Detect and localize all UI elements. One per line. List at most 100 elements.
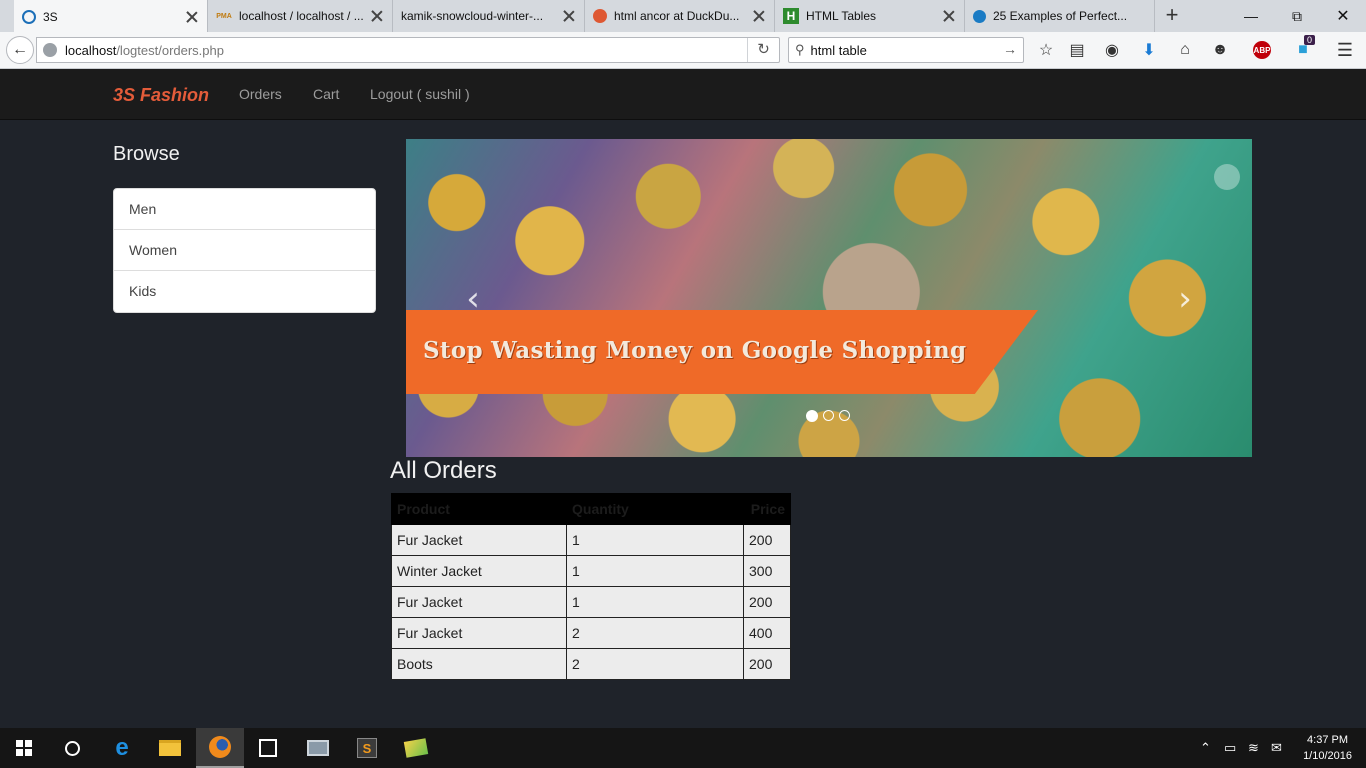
brand-logo[interactable]: 3S Fashion [113, 85, 209, 106]
browse-list: Men Women Kids [113, 188, 376, 313]
table-row: Fur Jacket 1 200 [391, 586, 791, 618]
cell-quantity: 2 [566, 617, 744, 649]
carousel-prev-icon[interactable]: ‹ [458, 279, 488, 319]
cell-product: Boots [391, 648, 567, 680]
search-input[interactable]: ⚲ html table → [788, 37, 1024, 63]
windows-taskbar: e S ⌃ ▭ ≋ ✉ 4:37 PM 1/10/2016 [0, 728, 1366, 768]
minimize-button[interactable]: — [1228, 0, 1274, 32]
store-bag-icon [259, 739, 277, 757]
tab-phpmyadmin[interactable]: PMA localhost / localhost / ... [208, 0, 393, 32]
clock-date: 1/10/2016 [1303, 750, 1352, 762]
close-icon[interactable] [942, 9, 956, 23]
carousel-pause-icon[interactable] [1214, 164, 1240, 190]
taskbar-file-explorer[interactable] [146, 728, 194, 768]
pma-icon: PMA [216, 12, 232, 20]
cell-quantity: 1 [566, 555, 744, 587]
firefox-icon [209, 736, 231, 758]
wifi-icon[interactable]: ≋ [1248, 740, 1259, 756]
browse-item-men[interactable]: Men [114, 189, 375, 230]
new-tab-button[interactable]: + [1160, 4, 1184, 28]
carousel-indicator[interactable] [839, 410, 850, 421]
action-center-icon[interactable]: ✉ [1271, 740, 1282, 756]
table-row: Boots 2 200 [391, 648, 791, 680]
table-header-row: Product Quantity Price [391, 493, 791, 525]
abp-label: ABP [1253, 41, 1271, 59]
tab-title: HTML Tables [806, 9, 877, 23]
home-icon[interactable]: ⌂ [1174, 39, 1196, 61]
cortana-button[interactable] [48, 728, 96, 768]
taskbar-photos[interactable] [392, 728, 440, 768]
bookmarks-menu-icon[interactable]: ▤ [1066, 39, 1088, 61]
tab-title: localhost / localhost / ... [239, 9, 364, 23]
carousel-indicators [806, 410, 850, 422]
adblock-plus-icon[interactable]: ABP [1246, 39, 1278, 61]
window-close-button[interactable]: ✕ [1320, 0, 1366, 32]
search-value: html table [810, 42, 867, 58]
taskbar-store[interactable] [244, 728, 292, 768]
site-navbar: 3S Fashion Orders Cart Logout ( sushil ) [0, 69, 1366, 120]
cell-price: 300 [743, 555, 791, 587]
tab-html-tables[interactable]: H HTML Tables [775, 0, 965, 32]
taskbar-edge[interactable]: e [98, 728, 146, 768]
photos-icon [403, 738, 429, 758]
cell-quantity: 1 [566, 586, 744, 618]
close-icon[interactable] [752, 9, 766, 23]
carousel-indicator[interactable] [806, 410, 818, 422]
cell-product: Fur Jacket [391, 524, 567, 556]
column-header-product: Product [391, 493, 567, 525]
downloads-icon[interactable]: ⬇ [1138, 39, 1160, 61]
banner-ribbon: Stop Wasting Money on Google Shopping [406, 310, 1038, 394]
cell-quantity: 1 [566, 524, 744, 556]
table-row: Fur Jacket 2 400 [391, 617, 791, 649]
edge-icon: e [115, 734, 129, 761]
globe-icon [43, 43, 57, 57]
banner-carousel: Stop Wasting Money on Google Shopping ‹ … [406, 139, 1252, 457]
taskbar-sublime[interactable]: S [343, 728, 391, 768]
close-icon[interactable] [185, 10, 199, 24]
back-button[interactable]: ← [6, 36, 34, 64]
pocket-icon[interactable]: ◉ [1101, 39, 1123, 61]
battery-icon[interactable]: ▭ [1224, 740, 1236, 756]
url-bar[interactable]: localhost/logtest/orders.php ↻ [36, 37, 780, 63]
start-button[interactable] [0, 728, 48, 768]
tab-title: html ancor at DuckDu... [614, 9, 740, 23]
browse-item-kids[interactable]: Kids [114, 271, 375, 312]
tab-kamik[interactable]: kamik-snowcloud-winter-... [393, 0, 585, 32]
clock[interactable]: 4:37 PM 1/10/2016 [1303, 732, 1352, 764]
tab-duckduckgo[interactable]: html ancor at DuckDu... [585, 0, 775, 32]
notification-badge-icon[interactable]: 0 ■ [1292, 35, 1316, 61]
orders-heading: All Orders [390, 457, 497, 484]
html-h-icon: H [783, 8, 799, 24]
restore-button[interactable]: ⧉ [1274, 0, 1320, 32]
taskbar-firefox[interactable] [196, 728, 244, 768]
cell-product: Winter Jacket [391, 555, 567, 587]
carousel-next-icon[interactable]: › [1170, 279, 1200, 319]
nav-cart[interactable]: Cart [313, 86, 339, 102]
tray-overflow-chevron-icon[interactable]: ⌃ [1200, 740, 1211, 756]
close-icon[interactable] [370, 9, 384, 23]
hello-icon[interactable]: ☻ [1209, 39, 1231, 61]
cell-product: Fur Jacket [391, 617, 567, 649]
sublime-text-icon: S [357, 738, 377, 758]
column-header-price: Price [743, 493, 791, 525]
close-icon[interactable] [562, 9, 576, 23]
3s-icon [22, 9, 36, 24]
nav-orders[interactable]: Orders [239, 86, 282, 102]
column-header-quantity: Quantity [566, 493, 744, 525]
carousel-indicator[interactable] [823, 410, 834, 421]
taskbar-app-window[interactable] [294, 728, 342, 768]
bookmark-star-icon[interactable]: ☆ [1035, 39, 1057, 61]
reload-icon[interactable]: ↻ [747, 38, 779, 62]
tab-25-examples[interactable]: 25 Examples of Perfect... [965, 0, 1155, 32]
tab-3s[interactable]: 3S [14, 0, 208, 33]
cell-price: 200 [743, 524, 791, 556]
cell-price: 200 [743, 586, 791, 618]
browser-nav-bar: ← localhost/logtest/orders.php ↻ ⚲ html … [0, 32, 1366, 69]
search-go-icon[interactable]: → [1003, 41, 1017, 57]
hamburger-menu-icon[interactable]: ☰ [1334, 39, 1356, 61]
duckduckgo-icon [593, 9, 607, 23]
banner-text: Stop Wasting Money on Google Shopping [423, 337, 967, 364]
tab-title: kamik-snowcloud-winter-... [401, 9, 544, 23]
browse-item-women[interactable]: Women [114, 230, 375, 271]
nav-logout[interactable]: Logout ( sushil ) [370, 86, 470, 102]
